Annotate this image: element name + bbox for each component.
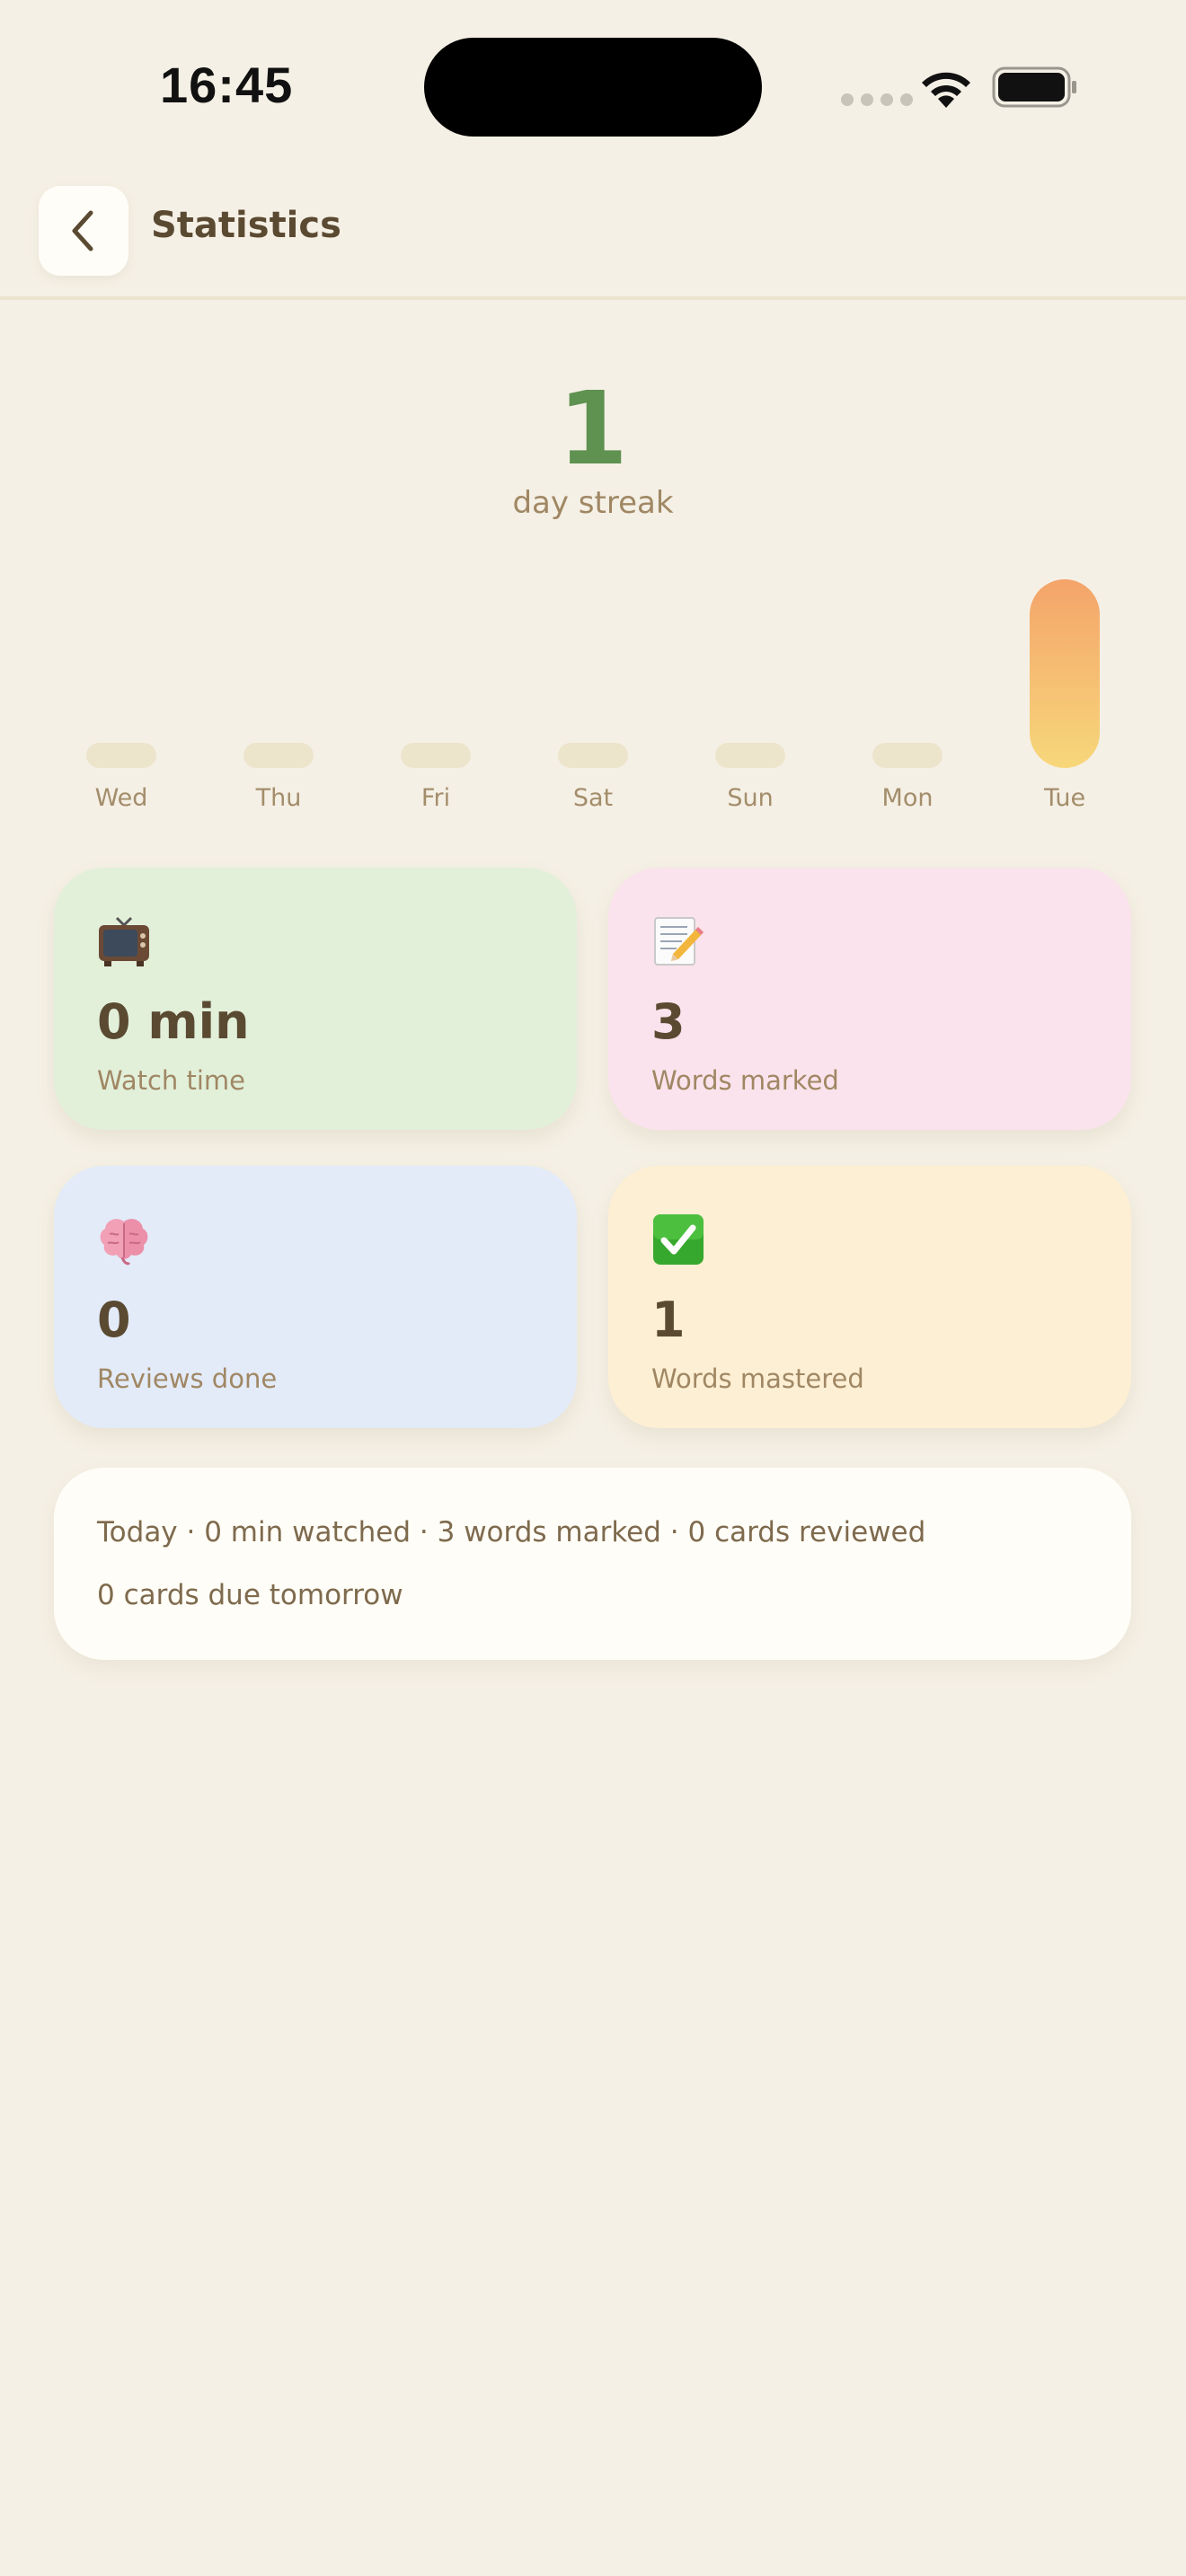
page-title: Statistics [151,205,341,246]
today-summary-text: Today · 0 min watched · 3 words marked ·… [97,1516,926,1548]
reviews-done-label: Reviews done [97,1363,278,1394]
activity-bar-mon [872,743,943,768]
reviews-done-value: 0 [97,1292,131,1348]
day-label-sat: Sat [572,784,614,812]
watch-time-value: 0 min [97,993,250,1050]
back-button[interactable] [39,186,128,276]
reviews-done-card: 0 Reviews done [54,1166,577,1428]
wifi-icon [922,72,970,108]
dynamic-island [424,38,762,137]
today-summary-card: Today · 0 min watched · 3 words marked ·… [54,1468,1131,1660]
memo-pencil-icon [654,917,704,966]
day-label-fri: Fri [420,784,451,812]
day-label-tue: Tue [1043,784,1086,812]
activity-bar-sat [558,743,628,768]
check-mark-button-icon [653,1214,704,1265]
watch-time-label: Watch time [97,1065,246,1096]
header-divider [0,296,1186,300]
chevron-left-icon [72,210,93,251]
cellular-signal-icon [841,93,913,106]
day-label-thu: Thu [255,784,302,812]
due-tomorrow-text: 0 cards due tomorrow [97,1579,403,1611]
words-marked-value: 3 [651,993,686,1050]
battery-icon [992,66,1076,108]
day-label-sun: Sun [727,784,774,812]
weekly-activity-chart: Wed Thu Fri Sat Sun Mon Tue [0,557,1186,826]
day-label-wed: Wed [94,784,148,812]
words-marked-card: 3 Words marked [608,868,1131,1130]
television-icon [99,916,149,966]
activity-bar-tue [1030,579,1100,768]
statistics-screen: 16:45 Statistics 1 day streak Wed Thu Fri S… [0,0,1186,2576]
activity-bar-sun [715,743,785,768]
words-marked-label: Words marked [651,1065,839,1096]
watch-time-card: 0 min Watch time [54,868,577,1130]
activity-bar-fri [401,743,471,768]
words-mastered-value: 1 [651,1292,686,1348]
words-mastered-card: 1 Words mastered [608,1166,1131,1428]
streak-count: 1 [558,371,628,488]
brain-icon [100,1219,148,1266]
activity-bar-wed [86,743,156,768]
words-mastered-label: Words mastered [651,1363,864,1394]
day-label-mon: Mon [881,784,934,812]
activity-bar-thu [243,743,314,768]
streak-label: day streak [512,485,674,521]
status-time: 16:45 [160,57,294,113]
